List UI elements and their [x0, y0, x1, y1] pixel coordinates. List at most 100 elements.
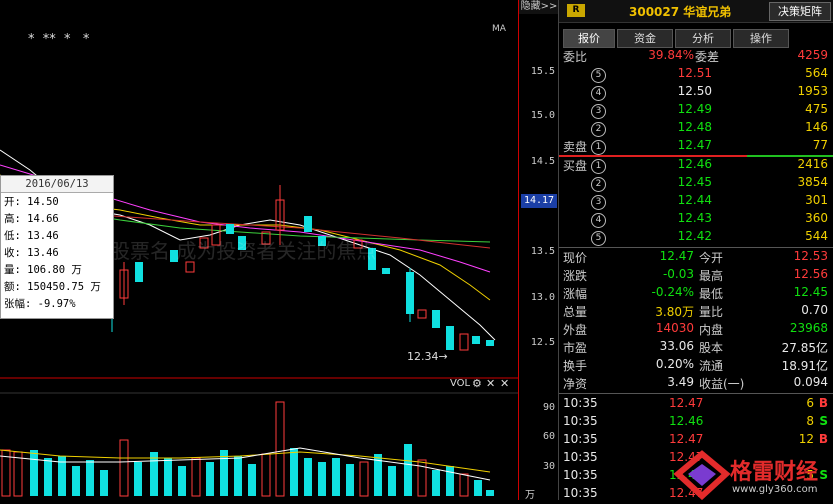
tab-operation[interactable]: 操作: [733, 29, 789, 48]
stat-label: 量比: [699, 305, 724, 319]
tick-time: 10:35: [563, 414, 598, 428]
brand-watermark: 格雷财经 www.gly360.com: [672, 450, 832, 500]
price-axis: 隐藏>> 15.5 15.0 14.5 14.17 13.5 13.0 12.5…: [518, 0, 559, 501]
stat-value: 33.06: [659, 339, 694, 353]
buy-level-row[interactable]: 3 12.44 301: [559, 193, 833, 211]
tab-analysis[interactable]: 分析: [675, 29, 731, 48]
brand-url: www.gly360.com: [732, 484, 818, 495]
ratio-label: 委比: [563, 50, 588, 64]
vol-tick: 60: [542, 431, 555, 442]
close-icon-2[interactable]: ✕: [500, 377, 509, 390]
ratio-value: 39.84%: [648, 48, 694, 62]
tick-row: 10:35 12.47 6 B: [559, 396, 833, 414]
buy-price: 12.46: [677, 157, 712, 171]
vol-tick: 90: [542, 402, 555, 413]
level-number-icon: 1: [591, 159, 606, 174]
tooltip-volume: 量: 106.80 万: [4, 264, 82, 276]
brand-name: 格雷财经: [730, 460, 819, 485]
stat-label: 外盘: [563, 323, 588, 337]
vol-label: VOL: [450, 378, 471, 389]
stat-row: 外盘 14030 内盘 23968: [559, 321, 833, 339]
tick-qty: 6: [806, 396, 814, 410]
tick-time: 10:35: [563, 486, 598, 500]
price-tick: 15.0: [530, 110, 555, 121]
stat-row: 市盈 33.06 股本 27.85亿: [559, 339, 833, 357]
volume-bars: [1, 401, 494, 497]
r-badge: R: [567, 4, 585, 17]
close-icon[interactable]: ✕: [486, 377, 495, 390]
tick-qty: 12: [798, 432, 814, 446]
tooltip-change: 张幅: -9.97%: [4, 298, 76, 310]
stat-value: 0.70: [801, 303, 828, 317]
sell-level-row[interactable]: 2 12.48 146: [559, 120, 833, 138]
stat-label: 收益(一): [699, 377, 745, 391]
hide-toggle[interactable]: 隐藏>>: [519, 0, 559, 14]
sell-level-row[interactable]: 3 12.49 475: [559, 102, 833, 120]
stat-value: 27.85亿: [781, 341, 828, 355]
tooltip-amount: 额: 150450.75 万: [4, 281, 101, 293]
stat-value: 14030: [655, 321, 694, 335]
tick-time: 10:35: [563, 396, 598, 410]
stock-title: 300027 华谊兄弟: [629, 5, 732, 19]
stat-row: 净资 3.49 收益(一) 0.094: [559, 375, 833, 393]
tooltip-close: 收: 13.46: [4, 247, 59, 259]
brand-logo: [673, 450, 731, 500]
tick-direction: S: [819, 414, 828, 428]
sell-price: 12.48: [677, 120, 712, 134]
decision-matrix-button[interactable]: 决策矩阵: [769, 2, 831, 21]
stat-label: 最高: [699, 269, 724, 283]
sell-label: 卖盘: [563, 140, 588, 154]
vol-tick: 30: [542, 461, 555, 472]
buy-price: 12.43: [677, 211, 712, 225]
stat-label: 市盈: [563, 341, 588, 355]
diff-value: 4259: [797, 48, 828, 62]
tick-price: 12.46: [669, 414, 704, 428]
level-number-icon: 4: [591, 86, 606, 101]
tooltip-date: 2016/06/13: [1, 176, 113, 193]
stat-value: 0.094: [793, 375, 828, 389]
buy-price: 12.44: [677, 193, 712, 207]
level-number-icon: 5: [591, 231, 606, 246]
sell-price: 12.51: [677, 66, 712, 80]
sell-price: 12.47: [677, 138, 712, 152]
sell-level-row[interactable]: 5 12.51 564: [559, 66, 833, 84]
quote-panel: R 300027 华谊兄弟 决策矩阵 报价 资金 分析 操作 委比 39.84%…: [558, 0, 833, 500]
sell-level-row[interactable]: 4 12.50 1953: [559, 84, 833, 102]
sell-price: 12.50: [677, 84, 712, 98]
buy-price: 12.45: [677, 175, 712, 189]
level-number-icon: 1: [591, 140, 606, 155]
current-price-marker: 14.17: [521, 194, 557, 208]
stat-value: 18.91亿: [781, 359, 828, 373]
price-tick: 13.0: [530, 292, 555, 303]
stat-label: 总量: [563, 305, 588, 319]
stat-row: 现价 12.47 今开 12.53: [559, 249, 833, 267]
buy-level-row[interactable]: 买盘 1 12.46 2416: [559, 157, 833, 175]
sell-level-row[interactable]: 卖盘 1 12.47 77: [559, 138, 833, 156]
stat-value: 12.56: [793, 267, 828, 281]
level-number-icon: 2: [591, 177, 606, 192]
tooltip-open: 开: 14.50: [4, 196, 59, 208]
tooltip-low: 低: 13.46: [4, 230, 59, 242]
buy-volume: 360: [805, 211, 828, 225]
stat-label: 内盘: [699, 323, 724, 337]
tick-time: 10:35: [563, 468, 598, 482]
tick-price: 12.47: [669, 396, 704, 410]
price-tick: 12.5: [530, 337, 555, 348]
vol-unit: 万: [525, 490, 535, 501]
sell-volume: 146: [805, 120, 828, 134]
watermark-text: 股票名 成为投资者关注的焦点: [110, 239, 377, 263]
buy-volume: 301: [805, 193, 828, 207]
tab-capital[interactable]: 资金: [617, 29, 673, 48]
buy-level-row[interactable]: 4 12.43 360: [559, 211, 833, 229]
gear-icon[interactable]: ⚙: [472, 377, 482, 390]
tick-direction: B: [818, 432, 828, 446]
stat-label: 现价: [563, 251, 588, 265]
buy-level-row[interactable]: 2 12.45 3854: [559, 175, 833, 193]
tick-price: 12.47: [669, 432, 704, 446]
buy-level-row[interactable]: 5 12.42 544: [559, 229, 833, 247]
sell-volume: 77: [812, 138, 828, 152]
buy-volume: 544: [805, 229, 828, 243]
tick-time: 10:35: [563, 450, 598, 464]
tab-quote[interactable]: 报价: [563, 29, 615, 48]
divider: [559, 393, 833, 394]
